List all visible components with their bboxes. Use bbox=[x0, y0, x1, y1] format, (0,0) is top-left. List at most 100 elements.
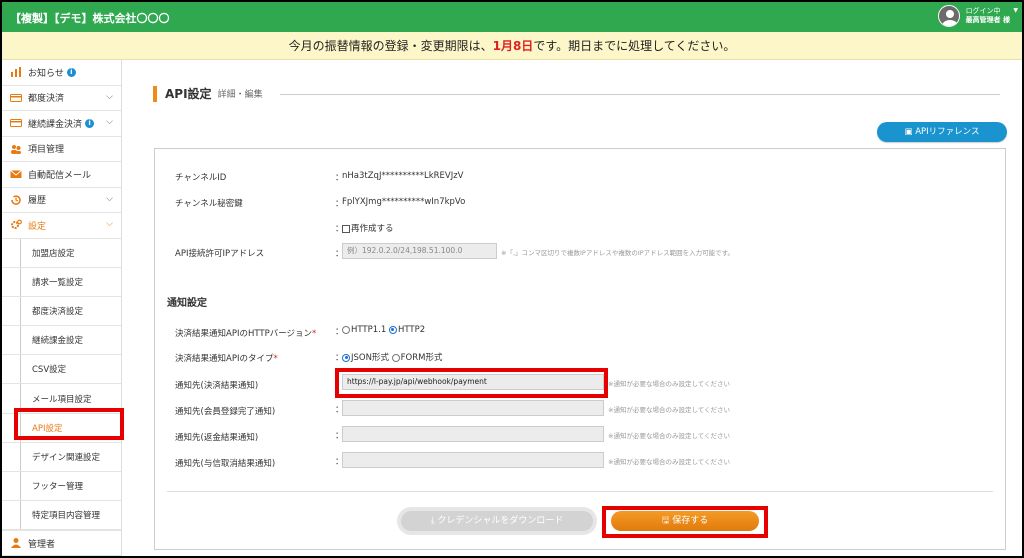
sidebar-sub-footer-management[interactable]: フッター管理 bbox=[2, 472, 121, 502]
user-icon bbox=[10, 537, 22, 549]
sidebar-sub-merchant-settings[interactable]: 加盟店設定 bbox=[2, 238, 121, 268]
chevron-down-icon: ⌵ bbox=[106, 219, 113, 229]
channel-id-value: nHa3tZqJ**********LkREVJzV bbox=[342, 171, 464, 181]
highlight-box bbox=[335, 368, 608, 398]
api-reference-button[interactable]: ▣ APIリファレンス bbox=[877, 122, 1007, 142]
url-payment-label: 通知先(決済結果通知) bbox=[175, 381, 259, 391]
channel-secret-value: FplYXJmg**********wIn7kpVo bbox=[342, 197, 466, 207]
download-button-inner: ⤓ クレデンシャルをダウンロード bbox=[401, 511, 593, 531]
mail-icon bbox=[10, 168, 22, 180]
required-mark: * bbox=[312, 329, 317, 339]
regenerate-option[interactable]: 再作成する bbox=[342, 222, 394, 234]
page-subtitle: 詳細・編集 bbox=[217, 90, 263, 100]
sidebar-item-settings[interactable]: 設定 ⌵ bbox=[2, 213, 121, 239]
url-hint: ※通知が必要な場合のみ設定してください bbox=[608, 380, 731, 388]
sidebar-item-label: 履歴 bbox=[28, 196, 47, 207]
radio-http11-label: HTTP1.1 bbox=[351, 325, 387, 335]
sidebar-item-label: 項目管理 bbox=[28, 145, 65, 156]
radio-form[interactable]: FORM形式 bbox=[391, 353, 443, 363]
sidebar-item-label: 設定 bbox=[28, 221, 47, 232]
http-version-options: HTTP1.1 HTTP2 bbox=[342, 325, 425, 335]
api-type-label-text: 決済結果通知APIのタイプ bbox=[175, 354, 274, 364]
channel-id-label: チャンネルID bbox=[175, 173, 227, 183]
title-accent-bar bbox=[153, 85, 157, 102]
ip-address-input[interactable]: 例）192.0.2.0/24,198.51.100.0 bbox=[342, 243, 497, 259]
radio-http11[interactable]: HTTP1.1 bbox=[342, 325, 386, 335]
notice-deadline: 1月8日 bbox=[492, 39, 534, 53]
page-title-text: API設定 bbox=[165, 87, 212, 101]
radio-button[interactable] bbox=[342, 353, 350, 362]
chevron-down-icon: ⌵ bbox=[106, 193, 113, 204]
notify-section-title: 通知設定 bbox=[167, 298, 207, 309]
title-divider bbox=[280, 94, 1000, 95]
sidebar-item-one-time-payment[interactable]: 都度決済 ⌵ bbox=[2, 86, 121, 111]
page-title: API設定 詳細・編集 bbox=[153, 85, 263, 102]
api-type-label: 決済結果通知APIのタイプ* bbox=[175, 352, 278, 364]
radio-button[interactable] bbox=[388, 325, 397, 334]
highlight-box bbox=[602, 506, 768, 538]
sidebar-item-admin[interactable]: 管理者 bbox=[2, 530, 121, 556]
sidebar-item-label: 継続課金決済 bbox=[28, 119, 83, 130]
user-name: 最高管理者 様 bbox=[965, 16, 1010, 24]
sidebar-item-recurring-payment[interactable]: 継続課金決済 i ⌵ bbox=[2, 111, 121, 137]
avatar bbox=[937, 5, 960, 27]
gear-icon bbox=[10, 219, 22, 231]
radio-json[interactable]: JSON形式 bbox=[342, 353, 389, 363]
url-member-label: 通知先(会員登録完了通知) bbox=[175, 407, 276, 417]
url-member-input[interactable] bbox=[342, 400, 604, 416]
sidebar-sub-invoice-list-settings[interactable]: 請求一覧設定 bbox=[2, 267, 121, 297]
bar-chart-icon bbox=[10, 66, 22, 78]
sidebar: お知らせ i 都度決済 ⌵ 継続課金決済 i ⌵ 項目管理 自動配信メール 履歴… bbox=[2, 60, 122, 556]
radio-form-label: FORM形式 bbox=[400, 353, 443, 363]
api-type-options: JSON形式 FORM形式 bbox=[342, 351, 442, 363]
notice-text-after: です。期日までに処理してください。 bbox=[533, 39, 736, 53]
app-frame: 【複製】【デモ】株式会社〇〇〇 ログイン中 最高管理者 様 ▼ 今月の振替情報の… bbox=[0, 0, 1024, 558]
sidebar-item-history[interactable]: 履歴 ⌵ bbox=[2, 188, 121, 213]
required-mark: * bbox=[273, 354, 278, 364]
company-title: 【複製】【デモ】株式会社〇〇〇 bbox=[10, 12, 170, 25]
sidebar-item-auto-mail[interactable]: 自動配信メール bbox=[2, 162, 121, 188]
caret-down-icon[interactable]: ▼ bbox=[1013, 7, 1018, 14]
info-icon: i bbox=[85, 118, 95, 128]
regenerate-checkbox[interactable] bbox=[342, 224, 350, 233]
download-credentials-button[interactable]: ⤓ クレデンシャルをダウンロード bbox=[397, 507, 597, 535]
ip-hint: ※「,」コンマ区切りで複数IPアドレスや複数のIPアドレス範囲を入力可能です。 bbox=[501, 249, 735, 257]
url-auth-cancel-input[interactable] bbox=[342, 452, 604, 468]
deadline-notice: 今月の振替情報の登録・変更期限は、1月8日です。期日までに処理してください。 bbox=[2, 32, 1022, 60]
sidebar-sub-one-time-settings[interactable]: 都度決済設定 bbox=[2, 296, 121, 327]
panel-divider bbox=[167, 491, 993, 492]
sidebar-item-label: 管理者 bbox=[28, 539, 56, 550]
sidebar-item-news[interactable]: お知らせ i bbox=[2, 60, 121, 86]
info-icon: i bbox=[66, 67, 76, 77]
url-refund-label: 通知先(返金結果通知) bbox=[175, 433, 259, 443]
top-header: 【複製】【デモ】株式会社〇〇〇 ログイン中 最高管理者 様 ▼ bbox=[2, 2, 1022, 32]
users-icon bbox=[10, 143, 22, 155]
user-menu[interactable]: ログイン中 最高管理者 様 ▼ bbox=[937, 5, 1018, 27]
chevron-down-icon: ⌵ bbox=[106, 117, 113, 127]
sidebar-item-field-management[interactable]: 項目管理 bbox=[2, 137, 121, 162]
sidebar-sub-design-settings[interactable]: デザイン関連設定 bbox=[2, 442, 121, 472]
ip-label: API接続許可IPアドレス bbox=[175, 249, 265, 259]
login-status: ログイン中 bbox=[965, 7, 1001, 15]
regenerate-label: 再作成する bbox=[351, 224, 394, 234]
sidebar-sub-specific-item-management[interactable]: 特定項目内容管理 bbox=[2, 501, 121, 531]
http-version-label: 決済結果通知APIのHTTPバージョン* bbox=[175, 327, 316, 339]
radio-http2[interactable]: HTTP2 bbox=[388, 325, 426, 335]
radio-http2-label: HTTP2 bbox=[397, 325, 426, 335]
url-refund-input[interactable] bbox=[342, 426, 604, 442]
url-hint: ※通知が必要な場合のみ設定してください bbox=[608, 406, 731, 414]
settings-panel: チャンネルID ： nHa3tZqJ**********LkREVJzV チャン… bbox=[154, 148, 1006, 550]
radio-button[interactable] bbox=[342, 325, 350, 334]
download-label: クレデンシャルをダウンロード bbox=[437, 516, 564, 526]
highlight-box bbox=[14, 408, 124, 440]
sidebar-sub-recurring-settings[interactable]: 継続課金設定 bbox=[2, 326, 121, 356]
api-reference-label: APIリファレンス bbox=[915, 127, 980, 137]
sidebar-item-label: お知らせ bbox=[28, 68, 64, 79]
http-version-label-text: 決済結果通知APIのHTTPバージョン bbox=[175, 329, 313, 339]
sidebar-item-label: 自動配信メール bbox=[28, 170, 92, 181]
radio-button[interactable] bbox=[391, 353, 400, 362]
sidebar-sub-csv-settings[interactable]: CSV設定 bbox=[2, 355, 121, 385]
channel-secret-label: チャンネル秘密鍵 bbox=[175, 199, 243, 209]
sidebar-item-label: 都度決済 bbox=[28, 94, 65, 105]
notice-text-before: 今月の振替情報の登録・変更期限は、 bbox=[288, 39, 493, 53]
